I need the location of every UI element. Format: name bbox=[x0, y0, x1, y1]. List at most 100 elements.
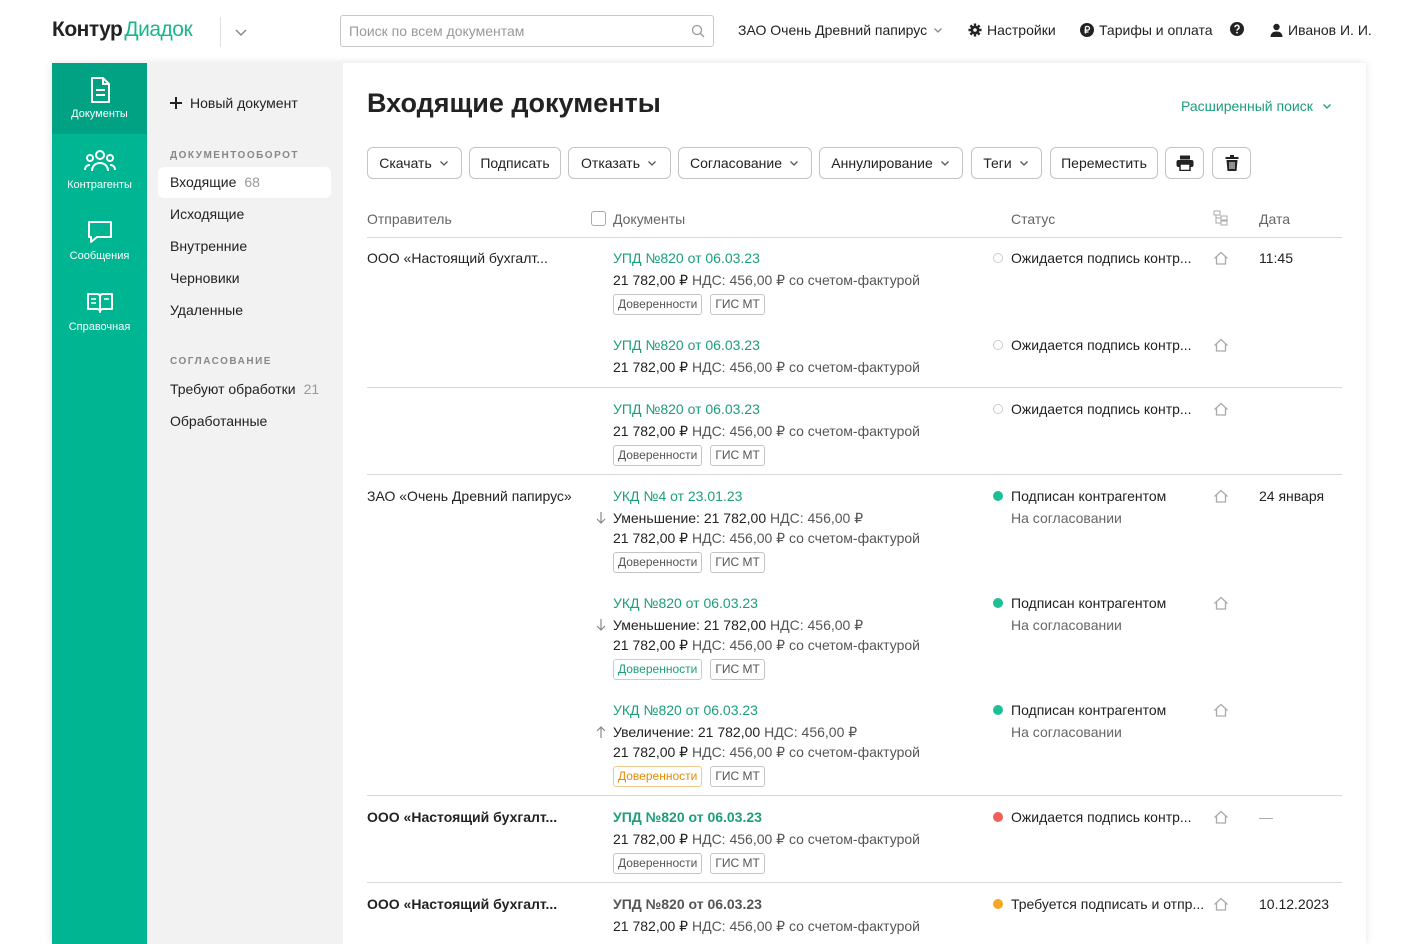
refuse-button[interactable]: Отказать bbox=[568, 147, 671, 179]
home-icon[interactable] bbox=[1213, 337, 1229, 353]
vat-value: НДС: 456,00 ₽ со счетом-фактурой bbox=[691, 637, 920, 653]
chevron-down-icon bbox=[790, 161, 798, 166]
rail-item-reference[interactable]: Справочная bbox=[52, 276, 147, 347]
tree-icon[interactable] bbox=[1213, 210, 1229, 226]
button-label: Аннулирование bbox=[831, 155, 933, 171]
row-divider bbox=[367, 882, 1342, 883]
plus-icon bbox=[170, 97, 182, 109]
document-link[interactable]: УКД №820 от 06.03.23 bbox=[613, 702, 758, 718]
sign-button[interactable]: Подписать bbox=[469, 147, 561, 179]
home-icon[interactable] bbox=[1213, 702, 1229, 718]
people-icon bbox=[83, 150, 116, 172]
move-button[interactable]: Переместить bbox=[1050, 147, 1158, 179]
advanced-search-link[interactable]: Расширенный поиск bbox=[1181, 98, 1333, 114]
nav-item-internal[interactable]: Внутренние bbox=[158, 231, 331, 262]
rail-item-documents[interactable]: Документы bbox=[52, 63, 147, 134]
chevron-down-icon bbox=[1322, 104, 1331, 109]
button-label: Подписать bbox=[480, 155, 550, 171]
status-dot bbox=[993, 404, 1003, 414]
column-header-documents[interactable]: Документы bbox=[613, 211, 685, 227]
column-header-sender[interactable]: Отправитель bbox=[367, 211, 452, 227]
document-sum: 21 782,00 ₽ НДС: 456,00 ₽ со счетом-факт… bbox=[613, 918, 920, 935]
row-sender[interactable]: ООО «Настоящий бухгалт... bbox=[367, 809, 557, 825]
chevron-down-icon[interactable] bbox=[233, 24, 249, 40]
status-subtext: На согласовании bbox=[1011, 724, 1122, 740]
tag-badge[interactable]: ГИС МТ bbox=[710, 552, 765, 573]
tariffs-link[interactable]: Тарифы и оплата bbox=[1080, 22, 1213, 38]
status-dot bbox=[993, 253, 1003, 263]
rail-label: Документы bbox=[71, 108, 128, 120]
document-link[interactable]: УПД №820 от 06.03.23 bbox=[613, 337, 760, 353]
home-icon[interactable] bbox=[1213, 595, 1229, 611]
status-subtext: На согласовании bbox=[1011, 617, 1122, 633]
tag-badge[interactable]: ГИС МТ bbox=[710, 445, 765, 466]
nav-item-require-processing[interactable]: Требуют обработки 21 bbox=[158, 374, 331, 405]
page-title: Входящие документы bbox=[367, 88, 661, 118]
tag-badge[interactable]: Доверенности bbox=[613, 659, 703, 680]
user-menu[interactable]: Иванов И. И. bbox=[1270, 22, 1372, 38]
home-icon[interactable] bbox=[1213, 488, 1229, 504]
tag-badge[interactable]: ГИС МТ bbox=[710, 659, 765, 680]
row-sender[interactable]: ООО «Настоящий бухгалт... bbox=[367, 896, 557, 912]
rail-item-contractors[interactable]: Контрагенты bbox=[52, 134, 147, 205]
document-link[interactable]: УПД №820 от 06.03.23 bbox=[613, 401, 760, 417]
sum-value: 21 782,00 ₽ bbox=[613, 423, 689, 439]
tags-button[interactable]: Теги bbox=[971, 147, 1042, 179]
document-link[interactable]: УКД №820 от 06.03.23 bbox=[613, 595, 758, 611]
row-status: Подписан контрагентом bbox=[993, 595, 1166, 611]
row-sender[interactable]: ЗАО «Очень Древний папирус» bbox=[367, 488, 572, 504]
tag-badge[interactable]: Доверенности bbox=[613, 766, 703, 787]
row-sender[interactable]: ООО «Настоящий бухгалт... bbox=[367, 250, 548, 266]
print-button[interactable] bbox=[1165, 147, 1204, 179]
logo[interactable]: КонтурДиадок bbox=[52, 18, 193, 42]
search-input[interactable] bbox=[341, 16, 671, 46]
document-link[interactable]: УПД №820 от 06.03.23 bbox=[613, 896, 762, 912]
tag-badge[interactable]: Доверенности bbox=[613, 294, 703, 315]
document-link[interactable]: УПД №820 от 06.03.23 bbox=[613, 809, 762, 825]
download-button[interactable]: Скачать bbox=[367, 147, 462, 179]
tag-badge[interactable]: ГИС МТ bbox=[710, 294, 765, 315]
org-selector[interactable]: ЗАО Очень Древний папирус bbox=[738, 22, 944, 38]
tag-badge[interactable]: Доверенности bbox=[613, 853, 703, 874]
change-value: Уменьшение: 21 782,00 bbox=[613, 617, 767, 633]
vat-value: НДС: 456,00 ₽ со счетом-фактурой bbox=[691, 423, 920, 439]
search-icon[interactable] bbox=[691, 24, 705, 38]
new-document-button[interactable]: Новый документ bbox=[170, 95, 298, 111]
home-icon[interactable] bbox=[1213, 809, 1229, 825]
nav-item-outgoing[interactable]: Исходящие bbox=[158, 199, 331, 230]
tag-badge[interactable]: Доверенности bbox=[613, 552, 703, 573]
tag-badge[interactable]: ГИС МТ bbox=[710, 853, 765, 874]
home-icon[interactable] bbox=[1213, 401, 1229, 417]
nav-item-incoming[interactable]: Входящие 68 bbox=[158, 167, 331, 198]
vat-value: НДС: 456,00 ₽ со счетом-фактурой bbox=[691, 744, 920, 760]
column-header-status[interactable]: Статус bbox=[1011, 211, 1055, 227]
document-icon bbox=[90, 77, 110, 103]
top-bar: КонтурДиадок ЗАО Очень Древний папирус Н… bbox=[0, 0, 1418, 63]
nav-item-processed[interactable]: Обработанные bbox=[158, 406, 331, 437]
row-date: 11:45 bbox=[1259, 250, 1293, 266]
tag-badge[interactable]: ГИС МТ bbox=[710, 766, 765, 787]
arrow-down-icon bbox=[596, 512, 606, 524]
settings-link[interactable]: Настройки bbox=[968, 22, 1056, 38]
document-link[interactable]: УПД №820 от 06.03.23 bbox=[613, 250, 760, 266]
tag-badge[interactable]: Доверенности bbox=[613, 445, 703, 466]
change-vat: НДС: 456,00 ₽ bbox=[770, 617, 864, 633]
select-all-checkbox[interactable] bbox=[591, 211, 606, 226]
document-link[interactable]: УКД №4 от 23.01.23 bbox=[613, 488, 742, 504]
column-header-date[interactable]: Дата bbox=[1259, 211, 1290, 227]
status-text: Подписан контрагентом bbox=[1011, 488, 1167, 504]
annul-button[interactable]: Аннулирование bbox=[819, 147, 963, 179]
help-button[interactable] bbox=[1230, 22, 1244, 36]
nav-item-label: Черновики bbox=[170, 270, 240, 286]
nav-item-deleted[interactable]: Удаленные bbox=[158, 295, 331, 326]
rail-item-messages[interactable]: Сообщения bbox=[52, 205, 147, 276]
approval-button[interactable]: Согласование bbox=[678, 147, 812, 179]
nav-item-label: Внутренние bbox=[170, 238, 248, 254]
delete-button[interactable] bbox=[1212, 147, 1251, 179]
change-value: Уменьшение: 21 782,00 bbox=[613, 510, 767, 526]
nav-item-drafts[interactable]: Черновики bbox=[158, 263, 331, 294]
section-nav: Новый документ ДОКУМЕНТООБОРОТ Входящие 6… bbox=[147, 63, 343, 944]
vat-value: НДС: 456,00 ₽ со счетом-фактурой bbox=[691, 831, 920, 847]
home-icon[interactable] bbox=[1213, 250, 1229, 266]
home-icon[interactable] bbox=[1213, 896, 1229, 912]
